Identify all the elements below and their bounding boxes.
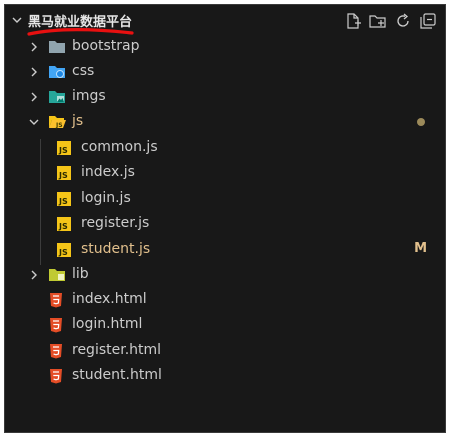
lib-folder-icon xyxy=(49,269,65,281)
file-label: student.js xyxy=(81,241,151,257)
html5-icon xyxy=(50,344,62,359)
js-file-icon: JS xyxy=(57,166,71,180)
chevron-down-icon[interactable] xyxy=(11,14,23,26)
explorer-actions xyxy=(344,12,437,30)
file-row-common-js[interactable]: JS common.js xyxy=(5,136,445,160)
folder-row-js[interactable]: JS js xyxy=(5,110,445,134)
file-row-student-js[interactable]: JS student.js M xyxy=(5,238,445,262)
explorer-panel: 黑马就业数据平台 bootstrap css imgs JS js JS com… xyxy=(1,1,449,436)
folder-label: js xyxy=(72,113,84,129)
file-row-register-js[interactable]: JS register.js xyxy=(5,212,445,236)
folder-row-imgs[interactable]: imgs xyxy=(5,85,445,109)
js-file-icon: JS xyxy=(57,192,71,206)
js-file-icon: JS xyxy=(57,243,71,257)
html5-icon xyxy=(50,293,62,308)
new-folder-icon[interactable] xyxy=(369,12,387,30)
images-folder-icon xyxy=(49,91,65,103)
folder-label: css xyxy=(72,63,95,79)
chevron-right-icon[interactable] xyxy=(29,66,39,78)
file-label: common.js xyxy=(81,139,158,155)
folder-label: lib xyxy=(72,266,89,282)
git-modified-badge: M xyxy=(414,241,427,256)
file-label: register.html xyxy=(72,342,162,358)
html5-icon xyxy=(50,318,62,333)
js-folder-open-icon: JS xyxy=(49,116,66,129)
new-file-icon[interactable] xyxy=(344,12,362,30)
file-row-index-html[interactable]: index.html xyxy=(5,288,445,312)
css-folder-icon xyxy=(49,66,65,78)
folder-icon xyxy=(49,41,65,53)
refresh-icon[interactable] xyxy=(394,12,412,30)
file-row-login-html[interactable]: login.html xyxy=(5,313,445,337)
file-row-index-js[interactable]: JS index.js xyxy=(5,161,445,185)
js-file-icon: JS xyxy=(57,217,71,231)
file-label: index.html xyxy=(72,291,147,307)
file-label: index.js xyxy=(81,164,135,180)
svg-text:JS: JS xyxy=(58,248,68,257)
svg-text:JS: JS xyxy=(58,222,68,231)
collapse-all-icon[interactable] xyxy=(419,12,437,30)
chevron-right-icon[interactable] xyxy=(29,91,39,103)
folder-label: imgs xyxy=(72,88,106,104)
folder-label: bootstrap xyxy=(72,38,140,54)
folder-row-css[interactable]: css xyxy=(5,60,445,84)
svg-text:JS: JS xyxy=(55,122,63,129)
svg-text:JS: JS xyxy=(58,197,68,206)
file-row-student-html[interactable]: student.html xyxy=(5,364,445,388)
explorer-header[interactable]: 黑马就业数据平台 xyxy=(5,5,445,36)
chevron-right-icon[interactable] xyxy=(29,269,39,281)
file-row-register-html[interactable]: register.html xyxy=(5,339,445,363)
file-label: login.js xyxy=(81,190,131,206)
chevron-right-icon[interactable] xyxy=(29,41,39,53)
chevron-down-icon[interactable] xyxy=(28,116,40,128)
file-label: register.js xyxy=(81,215,150,231)
file-label: login.html xyxy=(72,316,143,332)
folder-row-lib[interactable]: lib xyxy=(5,263,445,287)
js-file-icon: JS xyxy=(57,141,71,155)
file-row-login-js[interactable]: JS login.js xyxy=(5,187,445,211)
html5-icon xyxy=(50,369,62,384)
svg-text:JS: JS xyxy=(58,171,68,180)
folder-row-bootstrap[interactable]: bootstrap xyxy=(5,35,445,59)
modified-dot-icon xyxy=(417,118,425,126)
file-label: student.html xyxy=(72,367,162,383)
svg-text:JS: JS xyxy=(58,146,68,155)
